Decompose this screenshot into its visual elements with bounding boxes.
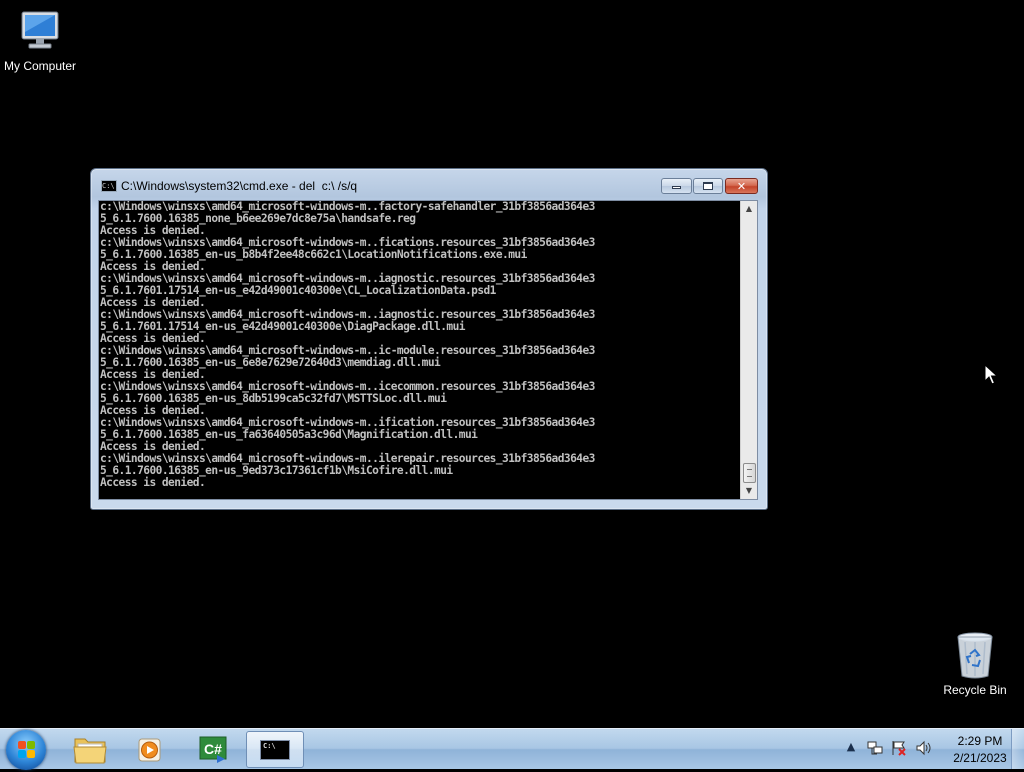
- console-output: c:\Windows\winsxs\amd64_microsoft-window…: [100, 201, 742, 499]
- volume-icon[interactable]: [914, 740, 932, 756]
- scroll-up-icon[interactable]: ▲: [741, 201, 757, 217]
- taskbar-csharp-button[interactable]: C#: [184, 731, 240, 768]
- folder-icon: [73, 738, 107, 764]
- windows-logo-icon: [18, 741, 35, 758]
- minimize-icon: [672, 186, 681, 189]
- action-center-flag-icon[interactable]: [890, 740, 908, 756]
- console-line: Access is denied.: [100, 476, 206, 489]
- vertical-scrollbar[interactable]: ▲ ▼: [740, 201, 757, 499]
- mouse-pointer-icon: [984, 364, 998, 385]
- computer-icon: [21, 11, 59, 49]
- recycle-bin-label: Recycle Bin: [943, 683, 1007, 697]
- taskbar-media-player-button[interactable]: [122, 731, 178, 768]
- my-computer-label: My Computer: [3, 59, 77, 73]
- cmd-window[interactable]: C:\ C:\Windows\system32\cmd.exe - del c:…: [90, 168, 768, 510]
- show-hidden-icons-icon[interactable]: ▲: [842, 740, 860, 756]
- network-icon[interactable]: [866, 740, 884, 756]
- recycle-bin-desktop-icon[interactable]: Recycle Bin: [935, 630, 1015, 697]
- taskbar: C# C:\ ▲ 2:29 PM 2/21/2023: [0, 728, 1024, 770]
- cmd-titlebar[interactable]: C:\ C:\Windows\system32\cmd.exe - del c:…: [91, 169, 767, 199]
- system-tray: ▲ 2:29 PM 2/21/2023: [840, 729, 1024, 769]
- scroll-down-icon[interactable]: ▼: [741, 483, 757, 499]
- window-title: C:\Windows\system32\cmd.exe - del c:\ /s…: [121, 179, 358, 193]
- csharp-icon: C#: [199, 736, 227, 763]
- minimize-button[interactable]: [661, 178, 692, 194]
- recycle-bin-icon: [957, 632, 993, 679]
- maximize-icon: [703, 182, 713, 190]
- show-desktop-button[interactable]: [1011, 729, 1024, 769]
- my-computer-desktop-icon[interactable]: My Computer: [0, 8, 80, 73]
- scrollbar-thumb[interactable]: [743, 463, 756, 483]
- maximize-button[interactable]: [693, 178, 723, 194]
- start-button[interactable]: [6, 730, 46, 770]
- taskbar-cmd-button[interactable]: C:\: [246, 731, 304, 768]
- clock-time[interactable]: 2:29 PM: [950, 734, 1010, 748]
- cmd-icon: C:\: [260, 740, 290, 760]
- close-button[interactable]: ✕: [725, 178, 758, 194]
- cmd-window-icon[interactable]: C:\: [101, 180, 117, 192]
- close-icon: ✕: [736, 180, 747, 193]
- media-player-icon: [138, 738, 161, 762]
- clock-date[interactable]: 2/21/2023: [943, 751, 1017, 765]
- svg-text:C#: C#: [204, 741, 222, 757]
- console-area[interactable]: c:\Windows\winsxs\amd64_microsoft-window…: [98, 200, 758, 500]
- taskbar-explorer-button[interactable]: [62, 731, 118, 768]
